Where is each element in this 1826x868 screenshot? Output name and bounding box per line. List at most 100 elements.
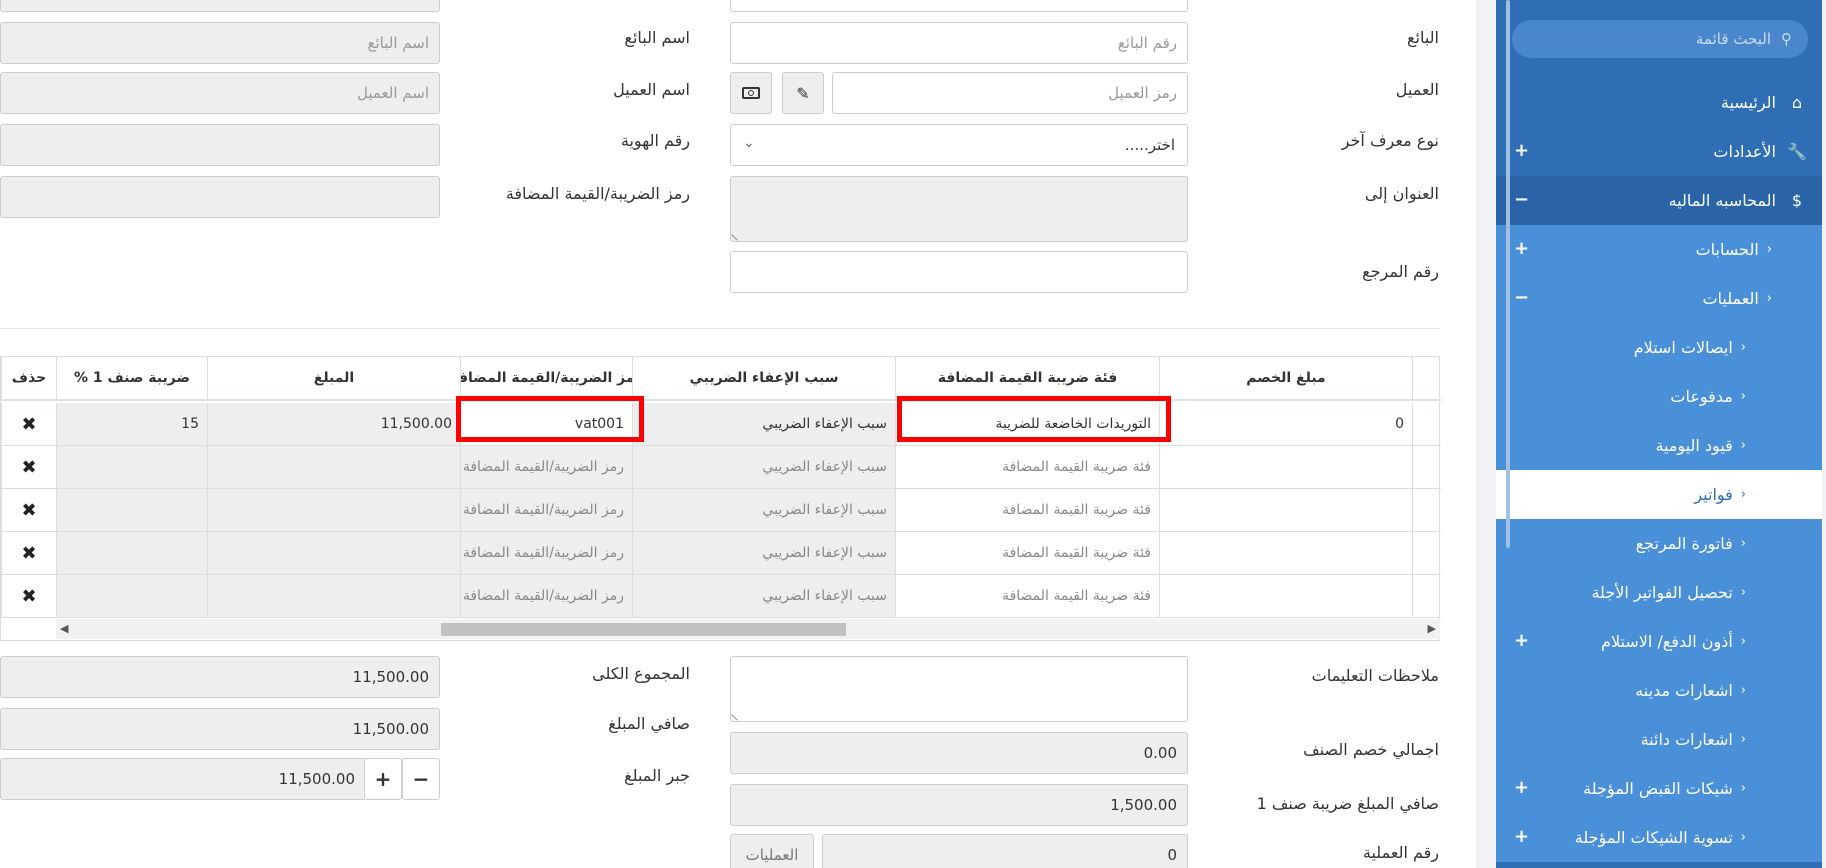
grid-cell-vat-code[interactable]: رمز الضريبة/القيمة المضافة [460, 446, 632, 489]
notes-textarea[interactable] [730, 656, 1188, 722]
grid-cell-discount[interactable] [1159, 446, 1412, 489]
grid-cell-vat-category[interactable]: فئة ضريبة القيمة المضافة [895, 532, 1159, 575]
items-grid: مبلغ الخصم فئة ضريبة القيمة المضافة سبب … [0, 356, 1441, 641]
chevron-left-icon: ‹ [1766, 291, 1772, 306]
grid-cell-amount[interactable]: 11,500.00 [207, 403, 460, 446]
edit-customer-button[interactable]: ✎ [782, 72, 824, 114]
customer-code-input[interactable]: رمز العميل [832, 72, 1188, 114]
sidebar-item-accounts[interactable]: ‹ الحسابات + [1496, 225, 1822, 274]
grid-cell-tax1[interactable] [56, 446, 207, 489]
sidebar-scrollbar[interactable] [1506, 0, 1510, 548]
expand-icon[interactable]: + [1514, 630, 1529, 651]
id-number-input [0, 124, 440, 166]
grid-cell-stub [1412, 489, 1441, 532]
grid-cell-vat-code[interactable]: vat001 [460, 403, 632, 446]
grid-cell-vat-code[interactable]: رمز الضريبة/القيمة المضافة [460, 532, 632, 575]
seller-name-input: اسم البائع [0, 22, 440, 64]
sidebar-item-label: الحسابات [1695, 240, 1759, 259]
scroll-left-icon[interactable]: ◀ [60, 622, 68, 635]
grid-cell-exemption[interactable]: سبب الإعفاء الضريبي [632, 403, 895, 446]
scrollbar-thumb[interactable] [441, 623, 846, 636]
grid-cell-discount[interactable] [1159, 532, 1412, 575]
delete-row-icon[interactable]: ✖ [1, 489, 56, 532]
customer-label: العميل [1395, 80, 1439, 99]
customer-money-button[interactable] [730, 72, 772, 114]
seller-name-label: اسم البائع [624, 28, 690, 47]
grid-cell-discount[interactable] [1159, 489, 1412, 532]
sidebar-item-receipts[interactable]: ‹ ايصالات استلام [1496, 323, 1822, 372]
id-number-label: رقم الهوية [620, 131, 690, 150]
scroll-right-icon[interactable]: ▶ [1428, 622, 1436, 635]
chevron-left-icon: ‹ [1740, 634, 1746, 649]
grid-cell-discount[interactable]: 0 [1159, 403, 1412, 446]
sidebar-item-operations[interactable]: ‹ العمليات − [1496, 274, 1822, 323]
sidebar-item-label: مدفوعات [1670, 387, 1733, 406]
expand-icon[interactable]: + [1514, 826, 1529, 847]
delete-row-icon[interactable]: ✖ [1, 446, 56, 489]
grid-cell-amount[interactable] [207, 489, 460, 532]
grid-cell-exemption[interactable]: سبب الإعفاء الضريبي [632, 575, 895, 618]
grid-cell-tax1[interactable]: 15 [56, 403, 207, 446]
grid-cell-discount[interactable] [1159, 575, 1412, 618]
menu-search-input[interactable]: ⚲ البحث قائمة [1512, 20, 1808, 58]
col-header-vat-category: فئة ضريبة القيمة المضافة [895, 357, 1159, 401]
delete-row-icon[interactable]: ✖ [1, 403, 56, 446]
col-header-amount: المبلغ [207, 357, 460, 401]
chevron-left-icon: ‹ [1766, 242, 1772, 257]
sidebar-item-financial-accounting[interactable]: $ المحاسبه الماليه − [1496, 176, 1822, 225]
sidebar-item-payment-receipt-orders[interactable]: ‹ أذون الدفع/ الاستلام + [1496, 617, 1822, 666]
grid-cell-exemption[interactable]: سبب الإعفاء الضريبي [632, 532, 895, 575]
chevron-left-icon: ‹ [1740, 487, 1746, 502]
reference-label: رقم المرجع [1362, 262, 1439, 281]
sidebar-item-cheque-settlement[interactable]: ‹ تسوية الشيكات المؤجلة + [1496, 813, 1822, 862]
grid-cell-amount[interactable] [207, 575, 460, 618]
grid-cell-tax1[interactable] [56, 489, 207, 532]
sidebar-item-payments[interactable]: ‹ مدفوعات [1496, 372, 1822, 421]
grid-cell-vat-category[interactable]: التوريدات الخاضعة للضريبة [895, 403, 1159, 446]
grid-cell-vat-category[interactable]: فئة ضريبة القيمة المضافة [895, 446, 1159, 489]
grid-cell-stub [1412, 575, 1441, 618]
grid-cell-vat-code[interactable]: رمز الضريبة/القيمة المضافة [460, 575, 632, 618]
grid-cell-exemption[interactable]: سبب الإعفاء الضريبي [632, 446, 895, 489]
grid-cell-exemption[interactable]: سبب الإعفاء الضريبي [632, 489, 895, 532]
expand-icon[interactable]: + [1514, 238, 1529, 259]
grid-cell-tax1[interactable] [56, 532, 207, 575]
collapse-icon[interactable]: − [1514, 189, 1529, 210]
horizontal-scrollbar[interactable]: ◀ ▶ [56, 619, 1440, 639]
item-discount-label: اجمالي خصم الصنف [1303, 740, 1439, 759]
sidebar-item-label: تحصيل الفواتير الأجلة [1591, 583, 1733, 602]
other-id-type-select[interactable]: اختر..... ⌄ [730, 124, 1188, 166]
chevron-left-icon: ‹ [1740, 830, 1746, 845]
sidebar-item-home[interactable]: ⌂ الرئيسية [1496, 78, 1822, 127]
delete-row-icon[interactable]: ✖ [1, 575, 56, 618]
sidebar-item-return-invoice[interactable]: ‹ فاتورة المرتجع [1496, 519, 1822, 568]
reference-input[interactable] [730, 251, 1188, 293]
grid-cell-vat-category[interactable]: فئة ضريبة القيمة المضافة [895, 575, 1159, 618]
grid-cell-amount[interactable] [207, 446, 460, 489]
seller-number-input[interactable]: رقم البائع [730, 22, 1188, 64]
sidebar-item-credit-notes[interactable]: ‹ اشعارات دائنة [1496, 715, 1822, 764]
rounding-plus-button[interactable]: + [364, 758, 402, 800]
grid-cell-amount[interactable] [207, 532, 460, 575]
grid-cell-vat-category[interactable]: فئة ضريبة القيمة المضافة [895, 489, 1159, 532]
grid-cell-vat-code[interactable]: رمز الضريبة/القيمة المضافة [460, 489, 632, 532]
collapse-icon[interactable]: − [1514, 287, 1529, 308]
sidebar-item-invoices[interactable]: ‹ فواتير [1496, 470, 1822, 519]
sidebar-item-label: اشعارات دائنة [1640, 730, 1733, 749]
pencil-icon: ✎ [796, 83, 810, 103]
sidebar-item-deferred-cheques[interactable]: ‹ شيكات القبض المؤجلة + [1496, 764, 1822, 813]
grid-cell-tax1[interactable] [56, 575, 207, 618]
rounding-minus-button[interactable]: − [402, 758, 440, 800]
expand-icon[interactable]: + [1514, 777, 1529, 798]
delete-row-icon[interactable]: ✖ [1, 532, 56, 575]
operations-button[interactable]: العمليات [730, 834, 814, 868]
sidebar-item-label: العمليات [1702, 289, 1759, 308]
sidebar-item-settings[interactable]: 🔧 الأعدادات + [1496, 127, 1822, 176]
sidebar-item-journal-entries[interactable]: ‹ قيود اليومية [1496, 421, 1822, 470]
sidebar-item-deferred-invoice-collection[interactable]: ‹ تحصيل الفواتير الأجلة [1496, 568, 1822, 617]
expand-icon[interactable]: + [1514, 140, 1529, 161]
vat-code-input [0, 176, 440, 218]
customer-name-label: اسم العميل [613, 80, 690, 99]
sidebar-item-debit-notes[interactable]: ‹ اشعارات مدينه [1496, 666, 1822, 715]
address-textarea [730, 176, 1188, 242]
